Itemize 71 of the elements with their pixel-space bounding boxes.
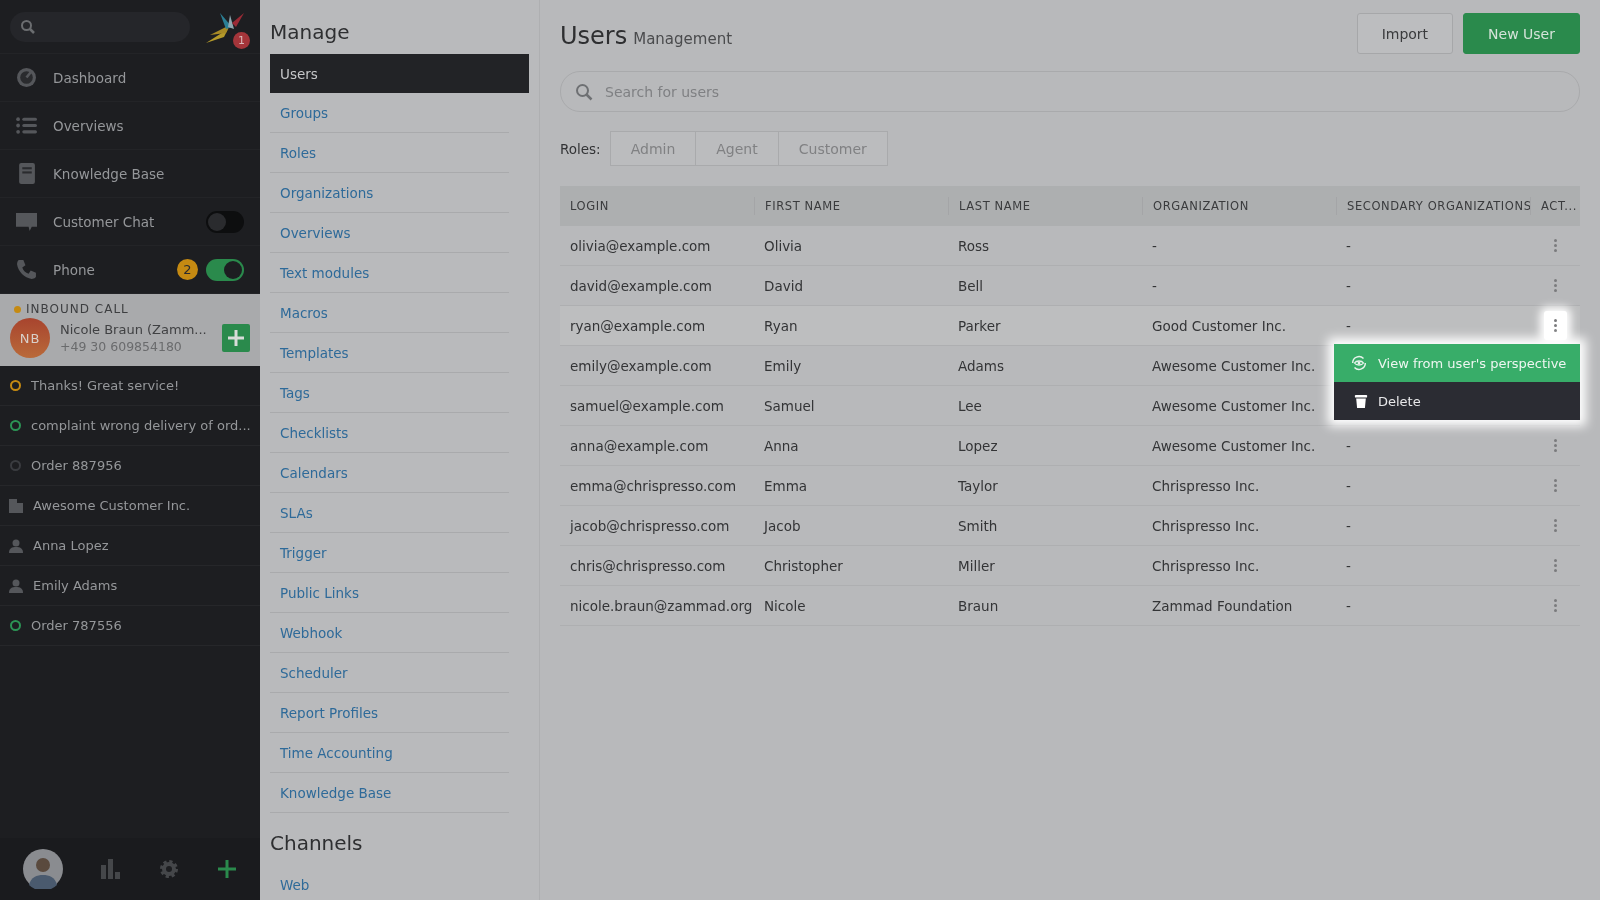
section-heading: Channels: [270, 831, 364, 855]
table-cell-text: Ross: [957, 237, 991, 254]
table-cell-text: Ryan: [763, 317, 799, 334]
table-cell-text: -: [1151, 237, 1158, 254]
table-cell-text: -: [1345, 517, 1352, 534]
table-cell-text: Miller: [957, 557, 996, 574]
table-cell-text: Chrispresso Inc.: [1151, 557, 1261, 574]
table-cell-text: ryan@example.com: [569, 317, 707, 334]
roles-label: Roles:: [560, 140, 601, 157]
caller-name: Nicole Braun (Zamm...: [60, 322, 208, 337]
caller-number: +49 30 609854180: [60, 339, 183, 354]
table-cell-text: Lee: [957, 397, 983, 414]
table-cell-text: Emma: [763, 477, 809, 494]
table-cell-text: -: [1151, 277, 1158, 294]
table-cell-text: david@example.com: [569, 277, 713, 294]
table-cell-text: Braun: [957, 597, 1000, 614]
table-cell-text: Taylor: [957, 477, 999, 494]
section-heading: Manage: [270, 20, 351, 44]
table-cell-text: chris@chrispresso.com: [569, 557, 727, 574]
task-label: Emily Adams: [33, 578, 118, 593]
table-cell-text: Bell: [957, 277, 985, 294]
table-cell-text: Chrispresso Inc.: [1151, 517, 1261, 534]
avatar: NB: [10, 318, 50, 358]
nav-label: Phone: [53, 261, 96, 278]
table-cell-text: nicole.braun@zammad.org: [569, 597, 754, 614]
task-label: Order 887956: [31, 458, 122, 473]
table-cell-text: Christopher: [763, 557, 844, 574]
task-label: Thanks! Great service!: [31, 378, 180, 393]
nav-label: Dashboard: [53, 69, 128, 86]
table-cell-text: Smith: [957, 517, 999, 534]
table-cell-text: Olivia: [763, 237, 804, 254]
table-cell-text: Parker: [957, 317, 1002, 334]
table-cell-text: emma@chrispresso.com: [569, 477, 738, 494]
table-cell-text: Zammad Foundation: [1151, 597, 1294, 614]
table-cell-text: -: [1345, 277, 1352, 294]
table-cell-text: -: [1345, 597, 1352, 614]
call-label: INBOUND CALL: [26, 302, 129, 316]
table-cell-text: Lopez: [957, 437, 999, 454]
page-subtitle: Management: [633, 30, 733, 48]
table-cell-text: jacob@chrispresso.com: [568, 517, 731, 534]
table-cell-text: olivia@example.com: [569, 237, 712, 254]
table-cell-text: Awesome Customer Inc.: [1151, 397, 1317, 414]
table-cell-text: samuel@example.com: [569, 397, 725, 414]
table-cell-text: Anna: [763, 437, 800, 454]
table-cell-text: Good Customer Inc.: [1151, 317, 1287, 334]
table-cell-text: Awesome Customer Inc.: [1151, 357, 1317, 374]
table-cell-text: anna@example.com: [569, 437, 710, 454]
table-cell-text: Samuel: [763, 397, 816, 414]
table-cell-text: -: [1345, 437, 1352, 454]
table-cell-text: emily@example.com: [569, 357, 713, 374]
table-cell-text: Emily: [763, 357, 803, 374]
table-cell-text: David: [763, 277, 804, 294]
nav-label: Customer Chat: [53, 213, 156, 230]
page-title: Users: [560, 22, 628, 50]
table-cell-text: -: [1345, 557, 1352, 574]
notification-badge: 1: [233, 31, 250, 49]
table-cell-text: -: [1345, 237, 1352, 254]
table-cell-text: -: [1345, 477, 1352, 494]
task-label: complaint wrong delivery of ord...: [31, 418, 251, 433]
task-label: Anna Lopez: [33, 538, 109, 553]
table-cell-text: Adams: [957, 357, 1006, 374]
task-label: Order 787556: [31, 618, 122, 633]
table-cell-text: Awesome Customer Inc.: [1151, 437, 1317, 454]
nav-label: Knowledge Base: [53, 165, 166, 182]
nav-label: Overviews: [53, 117, 125, 134]
task-label: Awesome Customer Inc.: [33, 498, 191, 513]
table-cell-text: Jacob: [762, 517, 802, 534]
table-cell-text: -: [1345, 317, 1352, 334]
table-cell-text: Nicole: [763, 597, 807, 614]
table-cell-text: Chrispresso Inc.: [1151, 477, 1261, 494]
count-badge: 2: [177, 259, 198, 280]
